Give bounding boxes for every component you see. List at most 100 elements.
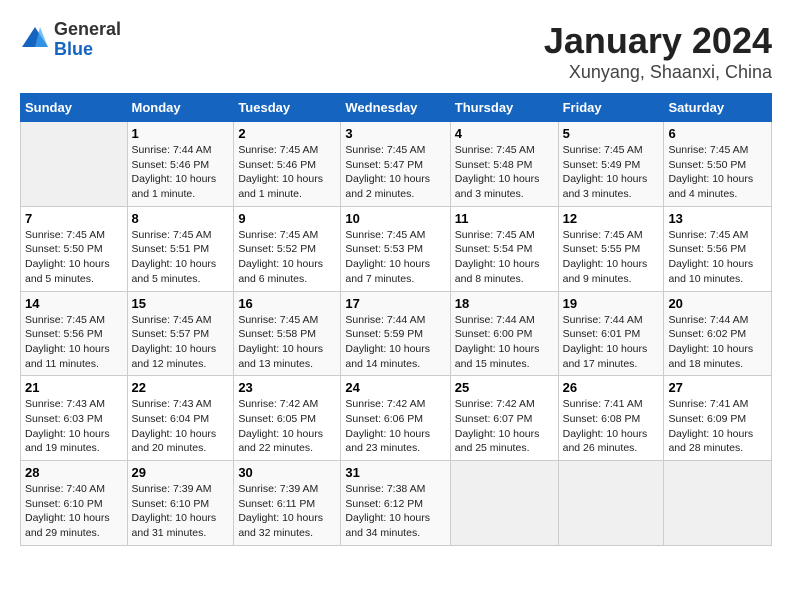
day-number: 4 xyxy=(455,126,554,141)
day-number: 6 xyxy=(668,126,767,141)
day-info: Sunrise: 7:45 AM Sunset: 5:56 PM Dayligh… xyxy=(25,313,123,372)
day-number: 15 xyxy=(132,296,230,311)
column-header-monday: Monday xyxy=(127,94,234,122)
day-number: 21 xyxy=(25,380,123,395)
day-number: 18 xyxy=(455,296,554,311)
column-header-wednesday: Wednesday xyxy=(341,94,450,122)
column-header-friday: Friday xyxy=(558,94,664,122)
day-info: Sunrise: 7:39 AM Sunset: 6:11 PM Dayligh… xyxy=(238,482,336,541)
day-info: Sunrise: 7:45 AM Sunset: 5:53 PM Dayligh… xyxy=(345,228,445,287)
page-header: General Blue January 2024 Xunyang, Shaan… xyxy=(20,20,772,83)
calendar-cell: 16 Sunrise: 7:45 AM Sunset: 5:58 PM Dayli… xyxy=(234,291,341,376)
day-info: Sunrise: 7:44 AM Sunset: 6:01 PM Dayligh… xyxy=(563,313,660,372)
calendar-cell xyxy=(558,461,664,546)
calendar-subtitle: Xunyang, Shaanxi, China xyxy=(544,62,772,83)
day-number: 9 xyxy=(238,211,336,226)
calendar-week-5: 28Sunrise: 7:40 AM Sunset: 6:10 PM Dayli… xyxy=(21,461,772,546)
day-info: Sunrise: 7:45 AM Sunset: 5:56 PM Dayligh… xyxy=(668,228,767,287)
day-number: 20 xyxy=(668,296,767,311)
day-number: 28 xyxy=(25,465,123,480)
logo-blue: Blue xyxy=(54,40,121,60)
calendar-cell: 5Sunrise: 7:45 AM Sunset: 5:49 PM Daylig… xyxy=(558,122,664,207)
day-info: Sunrise: 7:45 AM Sunset: 5:58 PM Dayligh… xyxy=(238,313,336,372)
calendar-cell: 22 Sunrise: 7:43 AM Sunset: 6:04 PM Dayli… xyxy=(127,376,234,461)
calendar-week-1: 1Sunrise: 7:44 AM Sunset: 5:46 PM Daylig… xyxy=(21,122,772,207)
day-number: 5 xyxy=(563,126,660,141)
calendar-cell: 4 Sunrise: 7:45 AM Sunset: 5:48 PM Daylig… xyxy=(450,122,558,207)
day-number: 19 xyxy=(563,296,660,311)
calendar-cell: 28Sunrise: 7:40 AM Sunset: 6:10 PM Dayli… xyxy=(21,461,128,546)
day-number: 25 xyxy=(455,380,554,395)
calendar-title: January 2024 xyxy=(544,20,772,62)
day-info: Sunrise: 7:45 AM Sunset: 5:54 PM Dayligh… xyxy=(455,228,554,287)
calendar-cell: 10 Sunrise: 7:45 AM Sunset: 5:53 PM Dayli… xyxy=(341,206,450,291)
day-info: Sunrise: 7:43 AM Sunset: 6:03 PM Dayligh… xyxy=(25,397,123,456)
calendar-cell: 8 Sunrise: 7:45 AM Sunset: 5:51 PM Daylig… xyxy=(127,206,234,291)
column-header-saturday: Saturday xyxy=(664,94,772,122)
day-number: 22 xyxy=(132,380,230,395)
day-info: Sunrise: 7:45 AM Sunset: 5:51 PM Dayligh… xyxy=(132,228,230,287)
day-info: Sunrise: 7:42 AM Sunset: 6:07 PM Dayligh… xyxy=(455,397,554,456)
day-number: 11 xyxy=(455,211,554,226)
day-number: 31 xyxy=(345,465,445,480)
day-number: 16 xyxy=(238,296,336,311)
logo-text: General Blue xyxy=(54,20,121,60)
day-info: Sunrise: 7:45 AM Sunset: 5:48 PM Dayligh… xyxy=(455,143,554,202)
day-info: Sunrise: 7:42 AM Sunset: 6:05 PM Dayligh… xyxy=(238,397,336,456)
day-number: 24 xyxy=(345,380,445,395)
day-number: 3 xyxy=(345,126,445,141)
calendar-cell: 30 Sunrise: 7:39 AM Sunset: 6:11 PM Dayli… xyxy=(234,461,341,546)
day-info: Sunrise: 7:41 AM Sunset: 6:08 PM Dayligh… xyxy=(563,397,660,456)
day-info: Sunrise: 7:44 AM Sunset: 6:00 PM Dayligh… xyxy=(455,313,554,372)
calendar-cell: 15 Sunrise: 7:45 AM Sunset: 5:57 PM Dayli… xyxy=(127,291,234,376)
day-number: 8 xyxy=(132,211,230,226)
calendar-cell: 26Sunrise: 7:41 AM Sunset: 6:08 PM Dayli… xyxy=(558,376,664,461)
title-block: January 2024 Xunyang, Shaanxi, China xyxy=(544,20,772,83)
calendar-cell: 29Sunrise: 7:39 AM Sunset: 6:10 PM Dayli… xyxy=(127,461,234,546)
calendar-header-row: SundayMondayTuesdayWednesdayThursdayFrid… xyxy=(21,94,772,122)
day-number: 13 xyxy=(668,211,767,226)
day-number: 2 xyxy=(238,126,336,141)
day-info: Sunrise: 7:45 AM Sunset: 5:46 PM Dayligh… xyxy=(238,143,336,202)
day-info: Sunrise: 7:38 AM Sunset: 6:12 PM Dayligh… xyxy=(345,482,445,541)
calendar-week-2: 7 Sunrise: 7:45 AM Sunset: 5:50 PM Daylig… xyxy=(21,206,772,291)
calendar-cell: 21 Sunrise: 7:43 AM Sunset: 6:03 PM Dayli… xyxy=(21,376,128,461)
day-info: Sunrise: 7:45 AM Sunset: 5:50 PM Dayligh… xyxy=(25,228,123,287)
day-number: 12 xyxy=(563,211,660,226)
day-number: 30 xyxy=(238,465,336,480)
day-info: Sunrise: 7:45 AM Sunset: 5:57 PM Dayligh… xyxy=(132,313,230,372)
calendar-cell: 12 Sunrise: 7:45 AM Sunset: 5:55 PM Dayli… xyxy=(558,206,664,291)
column-header-sunday: Sunday xyxy=(21,94,128,122)
day-info: Sunrise: 7:45 AM Sunset: 5:52 PM Dayligh… xyxy=(238,228,336,287)
logo-general: General xyxy=(54,20,121,40)
column-header-thursday: Thursday xyxy=(450,94,558,122)
logo-icon xyxy=(20,25,50,55)
calendar-cell: 7 Sunrise: 7:45 AM Sunset: 5:50 PM Daylig… xyxy=(21,206,128,291)
day-info: Sunrise: 7:41 AM Sunset: 6:09 PM Dayligh… xyxy=(668,397,767,456)
calendar-cell: 24Sunrise: 7:42 AM Sunset: 6:06 PM Dayli… xyxy=(341,376,450,461)
day-number: 14 xyxy=(25,296,123,311)
day-number: 10 xyxy=(345,211,445,226)
calendar-cell: 3Sunrise: 7:45 AM Sunset: 5:47 PM Daylig… xyxy=(341,122,450,207)
calendar-cell: 1Sunrise: 7:44 AM Sunset: 5:46 PM Daylig… xyxy=(127,122,234,207)
calendar-cell: 25 Sunrise: 7:42 AM Sunset: 6:07 PM Dayli… xyxy=(450,376,558,461)
calendar-cell xyxy=(664,461,772,546)
calendar-week-3: 14 Sunrise: 7:45 AM Sunset: 5:56 PM Dayli… xyxy=(21,291,772,376)
logo: General Blue xyxy=(20,20,121,60)
calendar-cell: 23Sunrise: 7:42 AM Sunset: 6:05 PM Dayli… xyxy=(234,376,341,461)
calendar-cell: 27Sunrise: 7:41 AM Sunset: 6:09 PM Dayli… xyxy=(664,376,772,461)
day-info: Sunrise: 7:43 AM Sunset: 6:04 PM Dayligh… xyxy=(132,397,230,456)
column-header-tuesday: Tuesday xyxy=(234,94,341,122)
calendar-cell: 17Sunrise: 7:44 AM Sunset: 5:59 PM Dayli… xyxy=(341,291,450,376)
day-number: 7 xyxy=(25,211,123,226)
day-info: Sunrise: 7:45 AM Sunset: 5:50 PM Dayligh… xyxy=(668,143,767,202)
calendar-cell xyxy=(450,461,558,546)
calendar-cell: 18 Sunrise: 7:44 AM Sunset: 6:00 PM Dayli… xyxy=(450,291,558,376)
calendar-cell: 9 Sunrise: 7:45 AM Sunset: 5:52 PM Daylig… xyxy=(234,206,341,291)
calendar-cell: 6 Sunrise: 7:45 AM Sunset: 5:50 PM Daylig… xyxy=(664,122,772,207)
day-info: Sunrise: 7:39 AM Sunset: 6:10 PM Dayligh… xyxy=(132,482,230,541)
day-info: Sunrise: 7:44 AM Sunset: 6:02 PM Dayligh… xyxy=(668,313,767,372)
day-number: 1 xyxy=(132,126,230,141)
day-info: Sunrise: 7:45 AM Sunset: 5:55 PM Dayligh… xyxy=(563,228,660,287)
calendar-cell: 13 Sunrise: 7:45 AM Sunset: 5:56 PM Dayli… xyxy=(664,206,772,291)
